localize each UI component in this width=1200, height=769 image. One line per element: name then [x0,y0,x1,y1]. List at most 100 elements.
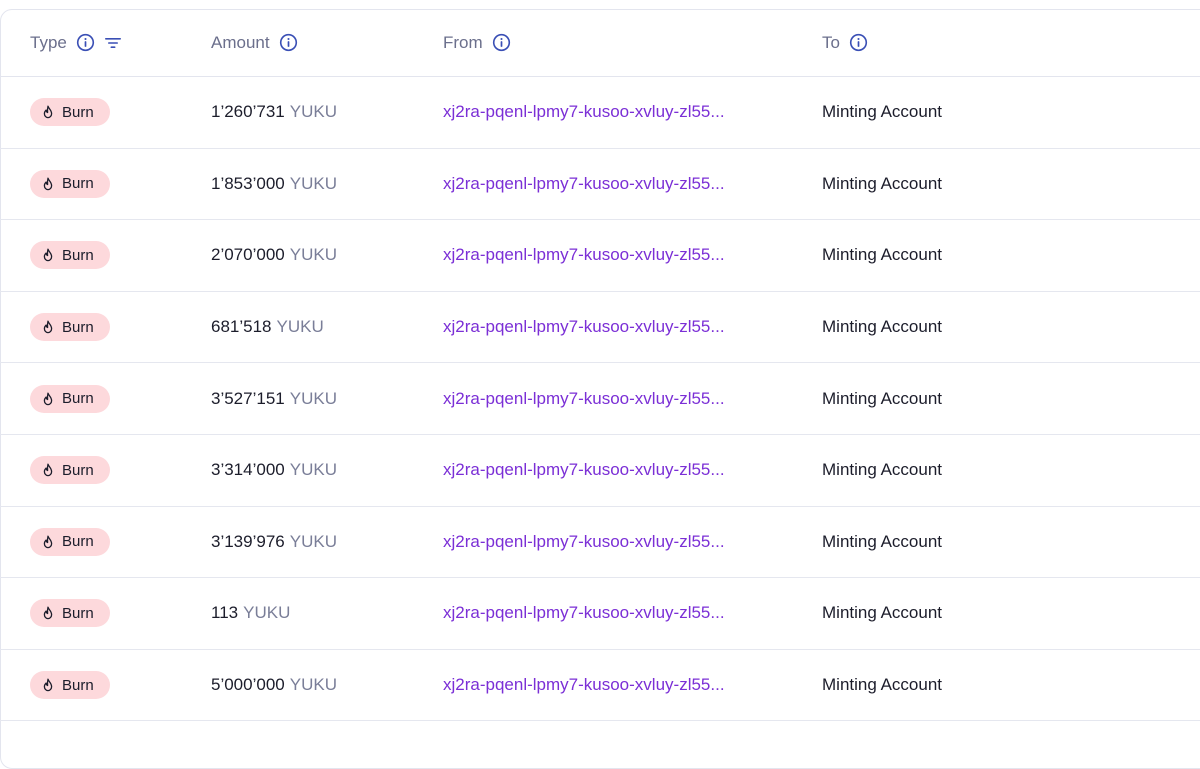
from-account-link[interactable]: xj2ra-pqenl-lpmy7-kusoo-xvluy-zl55... [443,245,725,265]
amount-unit: YUKU [289,245,337,265]
type-cell: Burn [30,292,110,363]
from-account-link[interactable]: xj2ra-pqenl-lpmy7-kusoo-xvluy-zl55... [443,460,725,480]
amount-cell: 113 YUKU [211,578,290,649]
from-cell: xj2ra-pqenl-lpmy7-kusoo-xvluy-zl55... [443,435,725,506]
to-cell: Minting Account [822,220,942,291]
amount-cell: 3’139’976 YUKU [211,507,337,578]
amount-cell: 3’527’151 YUKU [211,363,337,434]
from-cell: xj2ra-pqenl-lpmy7-kusoo-xvluy-zl55... [443,220,725,291]
type-label: Burn [62,318,94,336]
flame-icon [42,177,54,191]
to-cell: Minting Account [822,435,942,506]
amount-unit: YUKU [289,102,337,122]
amount-unit: YUKU [243,603,291,623]
type-cell: Burn [30,363,110,434]
to-account: Minting Account [822,603,943,623]
header-type-label: Type [30,32,67,52]
to-cell: Minting Account [822,363,942,434]
to-account: Minting Account [822,173,943,193]
table-header: Type Amount From To [0,9,1200,77]
flame-icon [42,606,54,620]
header-from: From [443,9,511,76]
table-row[interactable]: Burn 3’314’000 YUKU xj2ra-pqenl-lpmy7-ku… [0,435,1200,507]
to-cell: Minting Account [822,507,942,578]
amount-value: 5’000’000 [211,675,285,695]
from-account-link[interactable]: xj2ra-pqenl-lpmy7-kusoo-xvluy-zl55... [443,675,725,695]
from-cell: xj2ra-pqenl-lpmy7-kusoo-xvluy-zl55... [443,363,725,434]
from-account-link[interactable]: xj2ra-pqenl-lpmy7-kusoo-xvluy-zl55... [443,389,725,409]
type-badge: Burn [30,241,110,270]
from-cell: xj2ra-pqenl-lpmy7-kusoo-xvluy-zl55... [443,507,725,578]
to-cell: Minting Account [822,292,942,363]
from-cell: xj2ra-pqenl-lpmy7-kusoo-xvluy-zl55... [443,292,725,363]
from-cell: xj2ra-pqenl-lpmy7-kusoo-xvluy-zl55... [443,578,725,649]
amount-cell: 5’000’000 YUKU [211,650,337,721]
table-row[interactable]: Burn 3’139’976 YUKU xj2ra-pqenl-lpmy7-ku… [0,507,1200,579]
amount-value: 3’314’000 [211,460,285,480]
amount-unit: YUKU [289,388,337,408]
type-cell: Burn [30,149,110,220]
table-row[interactable]: Burn 113 YUKU xj2ra-pqenl-lpmy7-kusoo-xv… [0,578,1200,650]
type-badge: Burn [30,169,110,198]
to-account: Minting Account [822,317,943,337]
from-account-link[interactable]: xj2ra-pqenl-lpmy7-kusoo-xvluy-zl55... [443,317,725,337]
type-cell: Burn [30,578,110,649]
type-badge: Burn [30,599,110,628]
type-badge: Burn [30,98,110,127]
type-info-icon[interactable] [76,33,95,52]
table-row[interactable]: Burn 5’000’000 YUKU xj2ra-pqenl-lpmy7-ku… [0,650,1200,722]
from-account-link[interactable]: xj2ra-pqenl-lpmy7-kusoo-xvluy-zl55... [443,174,725,194]
to-cell: Minting Account [822,149,942,220]
table-row[interactable]: Burn 1’260’731 YUKU xj2ra-pqenl-lpmy7-ku… [0,77,1200,149]
from-cell: xj2ra-pqenl-lpmy7-kusoo-xvluy-zl55... [443,77,725,148]
to-account: Minting Account [822,102,943,122]
type-badge: Burn [30,456,110,485]
from-account-link[interactable]: xj2ra-pqenl-lpmy7-kusoo-xvluy-zl55... [443,532,725,552]
flame-icon [42,248,54,262]
amount-unit: YUKU [289,460,337,480]
type-label: Burn [62,676,94,694]
type-cell: Burn [30,77,110,148]
from-cell: xj2ra-pqenl-lpmy7-kusoo-xvluy-zl55... [443,650,725,721]
type-cell: Burn [30,220,110,291]
table-row[interactable]: Burn 3’527’151 YUKU xj2ra-pqenl-lpmy7-ku… [0,363,1200,435]
from-info-icon[interactable] [492,33,511,52]
header-to: To [822,9,868,76]
type-cell: Burn [30,507,110,578]
amount-value: 3’139’976 [211,531,285,551]
type-label: Burn [62,175,94,193]
amount-unit: YUKU [289,531,337,551]
amount-unit: YUKU [289,675,337,695]
flame-icon [42,392,54,406]
to-account: Minting Account [822,460,943,480]
type-label: Burn [62,461,94,479]
amount-unit: YUKU [276,317,324,337]
type-filter-icon[interactable] [104,34,122,52]
amount-cell: 3’314’000 YUKU [211,435,337,506]
to-info-icon[interactable] [849,33,868,52]
header-amount: Amount [211,9,298,76]
header-to-label: To [822,32,840,52]
amount-value: 1’260’731 [211,102,285,122]
flame-icon [42,105,54,119]
header-amount-label: Amount [211,32,270,52]
table-row[interactable]: Burn 681’518 YUKU xj2ra-pqenl-lpmy7-kuso… [0,292,1200,364]
amount-info-icon[interactable] [279,33,298,52]
type-badge: Burn [30,527,110,556]
amount-unit: YUKU [289,173,337,193]
amount-cell: 2’070’000 YUKU [211,220,337,291]
to-account: Minting Account [822,245,943,265]
type-label: Burn [62,103,94,121]
type-label: Burn [62,533,94,551]
table-row[interactable]: Burn 1’853’000 YUKU xj2ra-pqenl-lpmy7-ku… [0,149,1200,221]
table-row[interactable]: Burn 2’070’000 YUKU xj2ra-pqenl-lpmy7-ku… [0,220,1200,292]
type-badge: Burn [30,384,110,413]
from-account-link[interactable]: xj2ra-pqenl-lpmy7-kusoo-xvluy-zl55... [443,603,725,623]
type-label: Burn [62,604,94,622]
type-label: Burn [62,246,94,264]
transactions-table: Type Amount From To Burn 1’260’731 YUKU … [0,9,1200,722]
to-cell: Minting Account [822,650,942,721]
flame-icon [42,320,54,334]
type-cell: Burn [30,650,110,721]
from-account-link[interactable]: xj2ra-pqenl-lpmy7-kusoo-xvluy-zl55... [443,102,725,122]
